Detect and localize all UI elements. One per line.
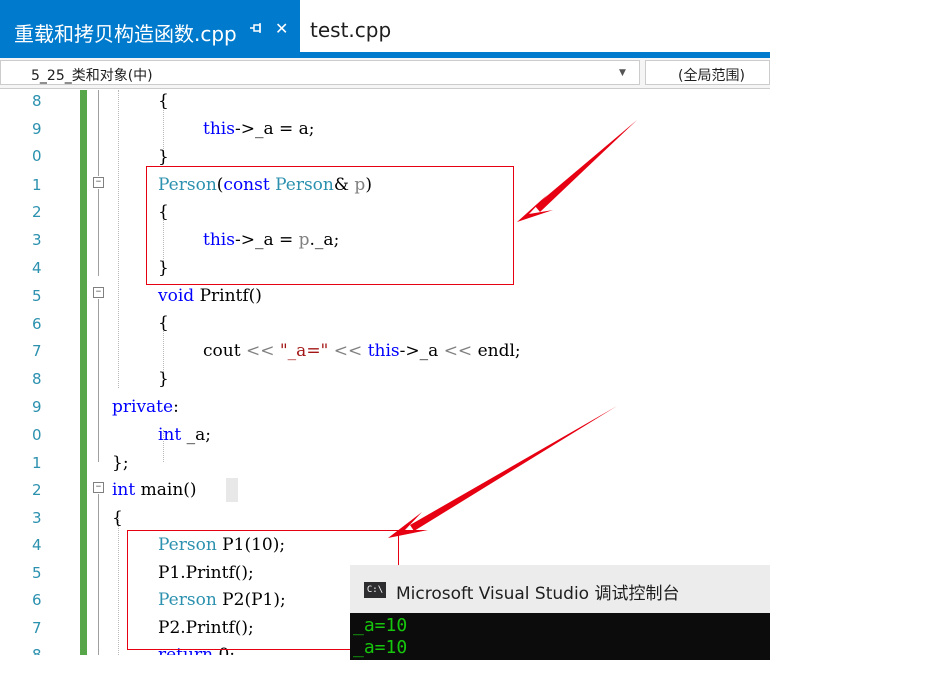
global-scope-dropdown[interactable]: (全局范围) [645,60,770,85]
code-token: Printf() [194,286,262,306]
console-icon: C:\ [364,582,386,598]
line-number-gutter: 8 9 0 1 2 3 4 5 6 7 8 9 0 1 2 3 4 5 6 7 … [0,90,70,655]
code-line[interactable]: { [158,90,169,112]
code-token: void [158,286,195,306]
change-tracking-bar [80,90,87,655]
brace-match-highlight [226,478,238,502]
code-token: : [173,397,179,417]
code-token: _a; [181,425,211,445]
code-line[interactable]: void Printf() [158,285,262,307]
line-number: 0 [32,147,42,165]
line-number: 3 [32,509,42,527]
line-number: 2 [32,203,42,221]
code-token: this [203,119,235,139]
console-output-line: _a=10 [353,615,408,636]
code-line[interactable]: int main() [112,479,197,501]
code-token: cout [203,341,246,361]
console-output: _a=10 _a=10 [350,613,770,660]
code-token: { [158,313,169,333]
code-token: << [333,341,363,361]
code-line[interactable]: cout << "_a=" << this->_a << endl; [203,340,521,362]
code-line[interactable]: }; [112,452,129,474]
project-scope-dropdown[interactable]: 5_25_类和对象(中) ▼ [0,60,640,85]
project-scope-label: 5_25_类和对象(中) [31,68,153,84]
code-line[interactable]: { [112,507,123,529]
line-number: 9 [32,120,42,138]
close-icon[interactable]: ✕ [275,19,288,38]
code-token: << [245,341,275,361]
line-number: 4 [32,259,42,277]
code-token: int [112,480,136,500]
tab-test-cpp[interactable]: test.cpp [300,0,470,52]
line-number: 3 [32,231,42,249]
indent-guide [118,518,119,655]
line-number: 5 [32,564,42,582]
code-line[interactable]: } [158,368,169,390]
console-output-line: _a=10 [353,637,408,658]
code-token: ->_a = a; [234,119,315,139]
outline-line [98,299,99,462]
code-token: { [158,91,169,111]
copy-constructor-highlight-box [146,166,514,285]
code-token: }; [112,453,129,473]
code-line[interactable]: } [158,146,169,168]
line-number: 6 [32,591,42,609]
console-title: Microsoft Visual Studio 调试控制台 [396,584,680,604]
code-token: } [158,147,169,167]
code-token: "_a=" [279,341,329,361]
tab-inactive-label: test.cpp [310,18,392,42]
debug-console-window: C:\ Microsoft Visual Studio 调试控制台 _a=10 … [350,565,770,660]
code-token: ->_a [399,341,444,361]
code-token: int [158,425,182,445]
outline-line [98,494,99,655]
line-number: 4 [32,536,42,554]
code-token: { [112,508,123,528]
code-token: main() [135,480,197,500]
visual-studio-window: 重载和拷贝构造函数.cpp ✕ test.cpp 5_25_类和对象(中) ▼ … [0,0,935,682]
line-number: 7 [32,342,42,360]
navigation-bar: 5_25_类和对象(中) ▼ (全局范围) [0,58,770,89]
code-token: endl; [472,341,521,361]
line-number: 8 [32,370,42,388]
code-line[interactable]: private: [112,396,179,418]
chevron-down-icon: ▼ [619,68,626,78]
code-token: << [443,341,473,361]
tab-bar: 重载和拷贝构造函数.cpp ✕ test.cpp [0,0,770,52]
collapse-icon[interactable]: − [93,482,104,493]
pin-icon-glyph [250,23,261,33]
collapse-icon[interactable]: − [93,177,104,188]
tab-active-label: 重载和拷贝构造函数.cpp [14,22,237,46]
line-number: 7 [32,619,42,637]
line-number: 5 [32,287,42,305]
line-number: 1 [32,454,42,472]
line-number: 8 [32,646,42,655]
indent-guide [118,90,119,388]
line-number: 9 [32,398,42,416]
line-number: 6 [32,315,42,333]
code-line[interactable]: { [158,312,169,334]
line-number: 8 [32,92,42,110]
tab-active-file[interactable]: 重载和拷贝构造函数.cpp ✕ [0,0,300,52]
console-title-bar[interactable]: C:\ Microsoft Visual Studio 调试控制台 [350,565,770,613]
code-token: } [158,369,169,389]
code-token: private [112,397,174,417]
code-line[interactable]: int _a; [158,424,211,446]
pin-icon[interactable] [249,21,263,39]
line-number: 2 [32,481,42,499]
line-number: 1 [32,176,42,194]
outline-line [98,189,99,276]
outline-line [98,90,99,176]
code-token: this [367,341,400,361]
collapse-icon[interactable]: − [93,287,104,298]
line-number: 0 [32,426,42,444]
code-line[interactable]: this->_a = a; [203,118,315,140]
global-scope-label: (全局范围) [678,68,745,84]
